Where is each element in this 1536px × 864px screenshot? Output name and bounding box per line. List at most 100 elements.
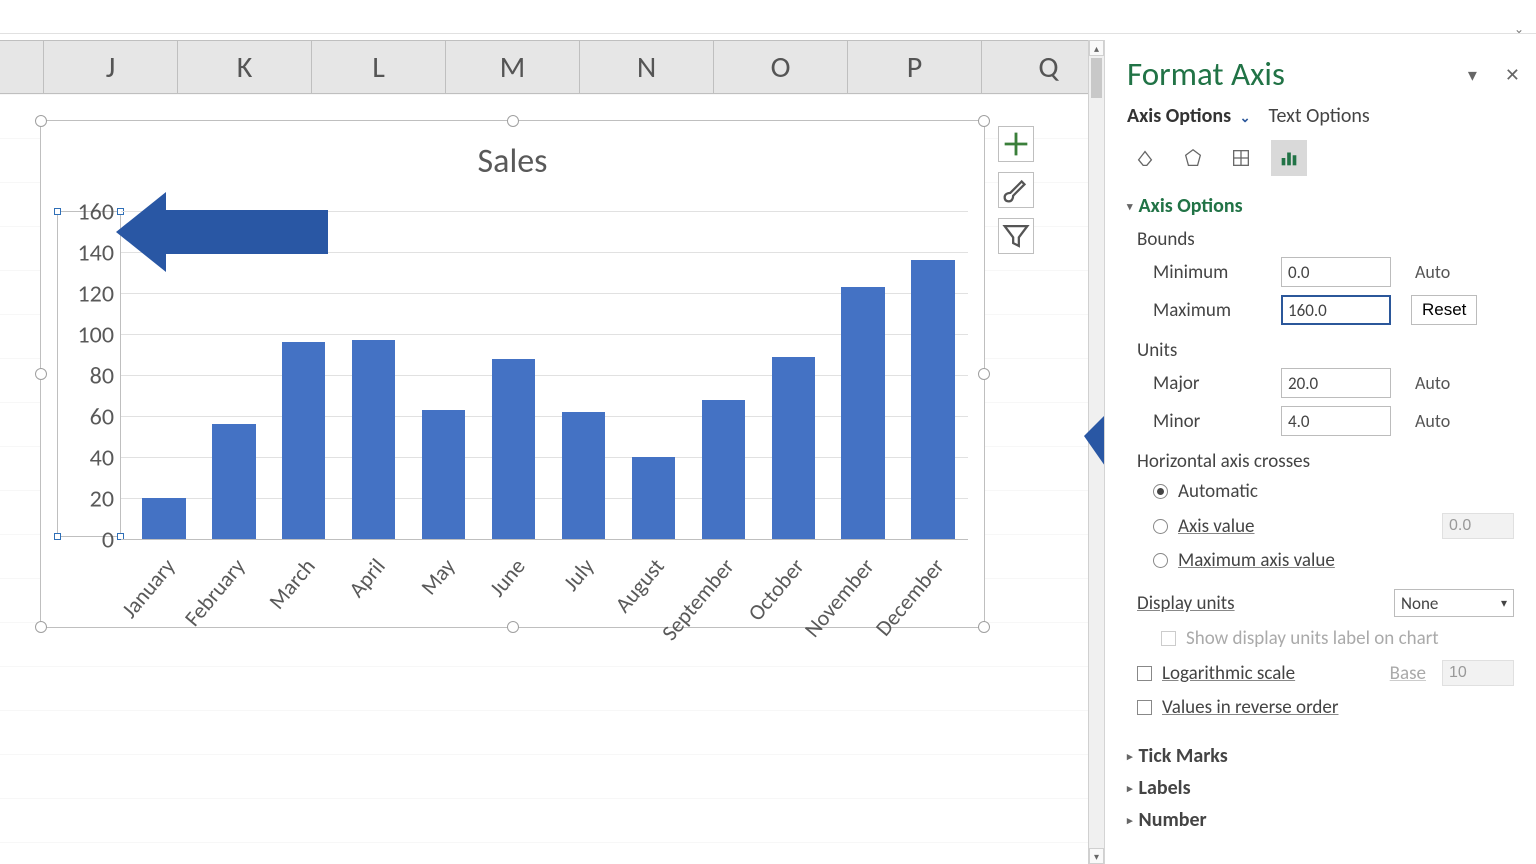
y-tick-label: 20 bbox=[90, 485, 114, 514]
tab-text-options[interactable]: Text Options bbox=[1269, 104, 1370, 128]
column-header[interactable]: J bbox=[44, 41, 178, 93]
x-tick-label: February bbox=[179, 553, 251, 631]
x-tick-label: April bbox=[343, 553, 391, 603]
scroll-thumb[interactable] bbox=[1091, 58, 1102, 98]
section-axis-options[interactable]: ▾ Axis Options bbox=[1105, 190, 1536, 222]
x-tick-label: June bbox=[483, 553, 530, 602]
scroll-down-button[interactable]: ▾ bbox=[1089, 848, 1104, 864]
x-axis-line bbox=[121, 539, 968, 540]
log-scale-label: Logarithmic scale bbox=[1162, 662, 1295, 685]
show-display-units-checkbox bbox=[1161, 631, 1176, 646]
section-label: Axis Options bbox=[1139, 194, 1243, 218]
axis-selection-handle bbox=[54, 533, 61, 540]
column-header[interactable]: L bbox=[312, 41, 446, 93]
effects-icon[interactable] bbox=[1175, 140, 1211, 176]
pane-close-icon[interactable]: ✕ bbox=[1505, 64, 1520, 86]
y-tick-label: 40 bbox=[90, 444, 114, 473]
fill-line-icon[interactable] bbox=[1127, 140, 1163, 176]
display-units-label: Display units bbox=[1137, 592, 1235, 615]
tab-axis-options[interactable]: Axis Options ⌄ bbox=[1127, 104, 1251, 128]
select-all-gutter[interactable] bbox=[0, 41, 44, 93]
bar[interactable] bbox=[632, 457, 675, 539]
column-header-strip: JKLMNOPQ bbox=[0, 40, 1088, 94]
x-tick-label: August bbox=[610, 553, 670, 618]
bar[interactable] bbox=[772, 357, 815, 539]
bar[interactable] bbox=[352, 340, 395, 539]
hac-maximum-label: Maximum axis value bbox=[1178, 549, 1335, 572]
section-tick-marks[interactable]: ▸ Tick Marks bbox=[1105, 740, 1536, 772]
column-header[interactable]: M bbox=[446, 41, 580, 93]
bar[interactable] bbox=[422, 410, 465, 539]
resize-handle[interactable] bbox=[35, 621, 47, 633]
resize-handle[interactable] bbox=[35, 115, 47, 127]
chevron-down-icon: ▾ bbox=[1501, 596, 1507, 611]
tab-label: Axis Options bbox=[1127, 104, 1231, 128]
bar[interactable] bbox=[142, 498, 185, 539]
brush-icon bbox=[999, 173, 1033, 207]
chart-filters-button[interactable] bbox=[998, 218, 1034, 254]
chart-styles-button[interactable] bbox=[998, 172, 1034, 208]
bar[interactable] bbox=[702, 400, 745, 539]
minor-unit-input[interactable] bbox=[1281, 406, 1391, 436]
resize-handle[interactable] bbox=[978, 115, 990, 127]
minor-unit-label: Minor bbox=[1153, 410, 1271, 433]
section-label: Tick Marks bbox=[1139, 744, 1228, 768]
chart-plot-area[interactable]: 020406080100120140160 JanuaryFebruaryMar… bbox=[57, 211, 968, 537]
embedded-chart[interactable]: Sales 020406080100120140160 JanuaryFebru… bbox=[40, 120, 985, 628]
maximum-reset-button[interactable]: Reset bbox=[1411, 295, 1477, 325]
triangle-right-icon: ▸ bbox=[1127, 750, 1133, 763]
minimum-input[interactable] bbox=[1281, 257, 1391, 287]
x-tick-label: October bbox=[742, 553, 809, 626]
bar[interactable] bbox=[282, 342, 325, 539]
hac-maximum-radio[interactable] bbox=[1153, 553, 1168, 568]
chart-title[interactable]: Sales bbox=[41, 121, 984, 182]
resize-handle[interactable] bbox=[507, 115, 519, 127]
column-header[interactable]: P bbox=[848, 41, 982, 93]
ribbon-collapse-chevron-icon[interactable]: ⌄ bbox=[1514, 22, 1524, 37]
scroll-up-button[interactable]: ▴ bbox=[1089, 40, 1104, 56]
y-tick-label: 0 bbox=[102, 526, 114, 555]
x-tick-label: March bbox=[263, 553, 321, 614]
y-tick-label: 160 bbox=[78, 198, 115, 227]
bar[interactable] bbox=[562, 412, 605, 539]
horizontal-axis-crosses-label: Horizontal axis crosses bbox=[1105, 440, 1536, 475]
size-properties-icon[interactable] bbox=[1223, 140, 1259, 176]
chart-elements-button[interactable] bbox=[998, 126, 1034, 162]
log-scale-checkbox[interactable] bbox=[1137, 666, 1152, 681]
maximum-input[interactable] bbox=[1281, 295, 1391, 325]
resize-handle[interactable] bbox=[35, 368, 47, 380]
y-axis[interactable]: 020406080100120140160 bbox=[57, 211, 121, 537]
x-tick-label: May bbox=[415, 553, 461, 600]
section-labels[interactable]: ▸ Labels bbox=[1105, 772, 1536, 804]
hac-axis-value-input bbox=[1442, 513, 1514, 539]
hac-automatic-radio[interactable] bbox=[1153, 484, 1168, 499]
column-header[interactable]: K bbox=[178, 41, 312, 93]
column-header[interactable]: O bbox=[714, 41, 848, 93]
axis-selection-handle bbox=[54, 208, 61, 215]
reverse-order-checkbox[interactable] bbox=[1137, 700, 1152, 715]
column-header[interactable]: N bbox=[580, 41, 714, 93]
section-number[interactable]: ▸ Number bbox=[1105, 804, 1536, 836]
hac-automatic-label: Automatic bbox=[1178, 480, 1258, 503]
triangle-down-icon: ▾ bbox=[1127, 200, 1133, 213]
bar[interactable] bbox=[841, 287, 884, 539]
bounds-label: Bounds bbox=[1105, 222, 1536, 253]
bar[interactable] bbox=[492, 359, 535, 539]
display-units-select[interactable]: None ▾ bbox=[1394, 589, 1514, 617]
hac-axis-value-radio[interactable] bbox=[1153, 519, 1168, 534]
axis-options-icon[interactable] bbox=[1271, 140, 1307, 176]
ribbon-collapsed-bar: ⌄ bbox=[0, 4, 1536, 34]
resize-handle[interactable] bbox=[507, 621, 519, 633]
pane-menu-dropdown-icon[interactable]: ▾ bbox=[1468, 64, 1477, 86]
minimum-label: Minimum bbox=[1153, 261, 1271, 284]
triangle-right-icon: ▸ bbox=[1127, 782, 1133, 795]
y-tick-label: 60 bbox=[90, 403, 114, 432]
major-unit-input[interactable] bbox=[1281, 368, 1391, 398]
bar[interactable] bbox=[911, 260, 954, 539]
resize-handle[interactable] bbox=[978, 621, 990, 633]
x-tick-label: July bbox=[558, 553, 600, 596]
resize-handle[interactable] bbox=[978, 368, 990, 380]
bar[interactable] bbox=[212, 424, 255, 539]
plus-icon bbox=[999, 127, 1033, 161]
y-tick-label: 140 bbox=[78, 239, 115, 268]
